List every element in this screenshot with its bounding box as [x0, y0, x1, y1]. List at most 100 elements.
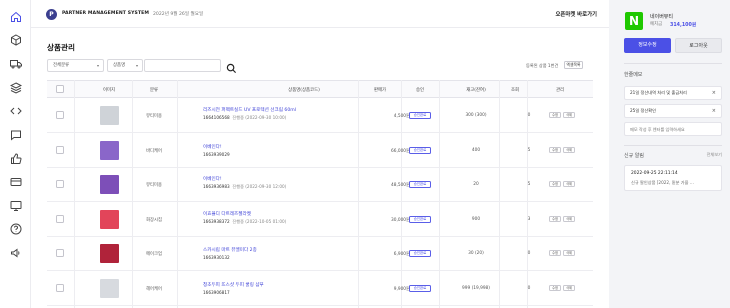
row-checkbox[interactable]	[56, 145, 64, 154]
product-name-link[interactable]: 리즈시전 퍼펙트실드 UV 프로텍션 선크림 60ml	[203, 107, 296, 113]
product-views: 5	[527, 147, 531, 153]
product-category: 바디케어	[146, 148, 162, 154]
box-icon[interactable]	[9, 33, 22, 46]
card-icon[interactable]	[9, 175, 22, 188]
excel-list-button[interactable]: 엑셀목록	[564, 61, 583, 69]
product-code: 1663936983	[203, 184, 230, 189]
product-schedule: 진행중 (2022-10-05 01:00)	[232, 218, 287, 224]
see-all-link[interactable]: 전체보기	[707, 152, 722, 158]
status-badge: 승인완료	[409, 284, 431, 292]
field-select[interactable]: 상품명 ▾	[107, 59, 143, 72]
notification-text: 신규 팔인상품 [2022, 밑분 가을 …	[631, 180, 694, 185]
row-checkbox[interactable]	[56, 249, 64, 257]
product-stock: 900	[471, 216, 481, 222]
product-code: 1664106568	[203, 115, 230, 120]
product-meta: 1664106568 진행중 (2022-09-30 10:00)	[203, 115, 286, 121]
select-all-checkbox[interactable]	[56, 85, 64, 93]
right-sidebar: N 네이버뷰티 예치금 314,100원 정보수정 로그아웃 한줄메모 21일 …	[609, 0, 730, 308]
table-row: 바디케어 이베인다! 1663939029 66,000원 승인완료 400 5 수정 삭제	[47, 134, 593, 168]
product-thumbnail	[100, 140, 119, 160]
close-icon[interactable]: ×	[712, 87, 716, 99]
product-stock: 300 (300)	[465, 113, 487, 118]
delete-button[interactable]: 삭제	[563, 215, 575, 222]
sidebar-divider	[624, 63, 722, 64]
monitor-icon[interactable]	[9, 199, 22, 212]
thumbs-up-icon[interactable]	[9, 152, 22, 165]
logout-button[interactable]: 로그아웃	[675, 38, 722, 53]
top-header: P PARTNER MANAGEMENT SYSTEM 2022년 9월 26일…	[31, 0, 609, 28]
memo-text: 25일 정산확인	[630, 108, 656, 113]
store-logo: N	[625, 12, 643, 30]
deposit-amount: 314,100원	[670, 23, 697, 28]
product-meta: 1663906817	[203, 290, 232, 296]
product-thumbnail	[100, 278, 119, 298]
delete-button[interactable]: 삭제	[563, 146, 575, 153]
table-row: 뷰티미용 이베인다! 1663936983 진행중 (2022-09-30 12:0…	[47, 168, 593, 202]
store-name: 네이버뷰티	[650, 14, 674, 20]
col-stock: 재고(잔여)	[466, 88, 486, 93]
deposit-label: 예치금	[650, 22, 663, 27]
notification-time: 2022-09-25 22:11:14	[631, 171, 678, 176]
edit-button[interactable]: 수정	[549, 250, 561, 256]
status-badge: 승인완료	[409, 250, 431, 257]
product-meta: 1663930132	[203, 255, 232, 261]
chevron-down-icon: ▾	[135, 63, 138, 68]
truck-icon[interactable]	[9, 57, 22, 70]
product-views: 5	[527, 182, 531, 187]
product-name-link[interactable]: 청초두피 뜨스샷 두피 쿨링 샴푸	[203, 282, 264, 288]
close-icon[interactable]: ×	[712, 105, 716, 117]
row-checkbox[interactable]	[56, 214, 64, 223]
delete-button[interactable]: 삭제	[563, 284, 575, 291]
product-name-link[interactable]: 이효율디 다트레즈젤라켓	[203, 211, 251, 217]
layers-icon[interactable]	[9, 81, 22, 94]
edit-button[interactable]: 수정	[549, 215, 561, 222]
status-badge: 승인완료	[409, 112, 431, 119]
brand-name: PARTNER MANAGEMENT SYSTEM	[62, 11, 150, 16]
edit-button[interactable]: 수정	[549, 112, 561, 118]
product-name-link[interactable]: 이베인다!	[203, 144, 222, 150]
product-name-link[interactable]: 이베인다!	[203, 176, 222, 182]
memo-input[interactable]	[624, 122, 722, 136]
main-panel: 상품관리 전체분류 ▾ 상품명 ▾ 등록된 상품 1번건 엑셀목록 이미지 분류…	[31, 28, 609, 308]
product-name-link[interactable]: 스카시립 마트 뷰엘미다 2종	[203, 247, 257, 253]
product-code: 1663906817	[203, 289, 230, 295]
col-manage: 관리	[555, 88, 565, 93]
col-views: 조회	[510, 88, 520, 93]
product-meta: 1663936983 진행중 (2022-09-30 12:00)	[203, 184, 286, 190]
product-price: 4,500원	[393, 114, 410, 119]
product-price: 66,000원	[391, 148, 410, 154]
delete-button[interactable]: 삭제	[563, 112, 575, 118]
product-code: 1663930132	[203, 255, 230, 260]
product-meta: 1663939029	[203, 152, 232, 158]
product-price: 48,500원	[391, 183, 410, 188]
product-views: 0	[527, 113, 531, 118]
row-checkbox[interactable]	[56, 111, 64, 119]
delete-button[interactable]: 삭제	[563, 181, 575, 187]
help-icon[interactable]	[9, 222, 22, 235]
chevron-down-icon: ▾	[96, 63, 99, 68]
search-icon[interactable]	[226, 59, 237, 74]
home-icon[interactable]	[9, 10, 22, 23]
product-thumbnail	[100, 209, 119, 229]
col-approval: 승인	[415, 88, 425, 93]
field-select-value: 상품명	[113, 63, 126, 68]
row-checkbox[interactable]	[56, 283, 64, 292]
col-image: 이미지	[102, 88, 116, 93]
edit-button[interactable]: 수정	[549, 181, 561, 187]
open-market-link[interactable]: 오픈마켓 바로가기	[555, 10, 597, 18]
megaphone-icon[interactable]	[9, 246, 22, 259]
search-input[interactable]	[144, 59, 221, 72]
product-price: 9,900원	[393, 286, 410, 292]
edit-info-button[interactable]: 정보수정	[624, 38, 671, 53]
table-row: 뷰티미용 리즈시전 퍼펙트실드 UV 프로텍션 선크림 60ml 166410656…	[47, 99, 593, 133]
code-icon[interactable]	[9, 104, 22, 117]
row-checkbox[interactable]	[56, 180, 64, 188]
chat-icon[interactable]	[9, 128, 22, 141]
product-count-label: 등록된 상품 1번건	[526, 63, 559, 68]
product-category: 메이크업	[146, 252, 162, 257]
category-select[interactable]: 전체분류 ▾	[47, 59, 104, 72]
notification-card[interactable]: 2022-09-25 22:11:14 신규 팔인상품 [2022, 밑분 가을…	[624, 165, 722, 191]
edit-button[interactable]: 수정	[549, 284, 561, 291]
delete-button[interactable]: 삭제	[563, 250, 575, 256]
edit-button[interactable]: 수정	[549, 146, 561, 153]
